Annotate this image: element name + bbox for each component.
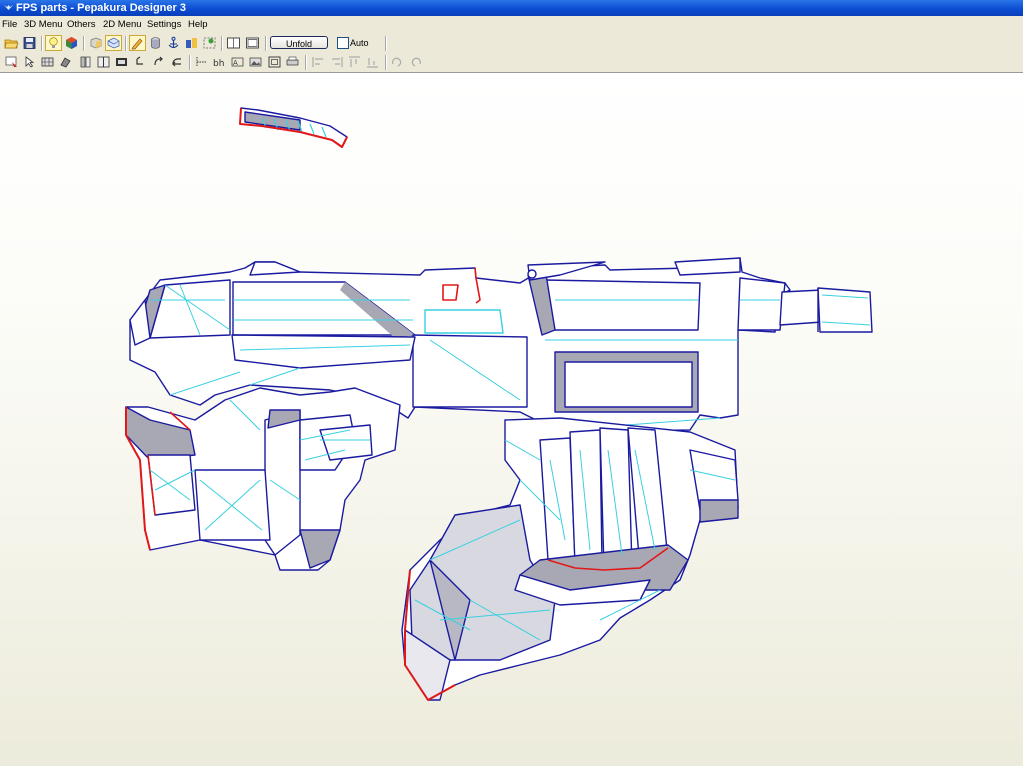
align-top-icon[interactable] [347,55,362,69]
open-folder-icon[interactable] [4,36,19,50]
left-hand-part [125,387,401,571]
anchor-icon[interactable] [166,36,181,50]
menu-3d[interactable]: 3D Menu [24,16,63,34]
menu-2d[interactable]: 2D Menu [103,16,142,34]
save-disk-icon[interactable] [22,36,37,50]
title-bar[interactable]: FPS parts - Pepakura Designer 3 [0,0,1023,16]
texture-cube-icon[interactable] [64,36,79,50]
unfold-button[interactable]: Unfold [270,36,328,49]
rotate-right-icon[interactable] [408,55,423,69]
light-bulb-icon[interactable] [45,35,62,51]
split-pane-icon[interactable] [245,36,260,50]
svg-text:bh: bh [213,59,224,69]
scale-parts-icon[interactable] [184,36,199,50]
rotate-left-icon[interactable] [390,55,405,69]
magazine-clip-part [239,107,348,148]
flap-edit-icon[interactable] [40,55,55,69]
menu-settings[interactable]: Settings [147,16,181,34]
rotate-part-icon[interactable] [58,55,73,69]
main-toolbar [0,34,1023,52]
window-title: FPS parts - Pepakura Designer 3 [16,2,186,14]
pepakura-app-icon [3,2,14,13]
fold-face-icon[interactable] [114,55,129,69]
right-hand-part [401,417,739,701]
3d-view-canvas[interactable] [0,73,1023,766]
align-right-icon[interactable] [329,55,344,69]
shade-box-icon[interactable] [88,36,103,50]
frame-icon[interactable] [267,55,282,69]
back-arrow-icon[interactable] [169,55,184,69]
edit-toolbar: bh A [0,53,1023,73]
auto-checkbox[interactable] [337,37,349,49]
face-shade-icon[interactable] [105,35,122,51]
image-edit-icon[interactable] [248,55,263,69]
text-edit-icon[interactable]: A [230,55,245,69]
split-edge-icon[interactable] [96,55,111,69]
join-edge-icon[interactable] [78,55,93,69]
redo-arrow-icon[interactable] [151,55,166,69]
undo-arrow-icon[interactable] [133,55,148,69]
pencil-edge-icon[interactable] [129,35,146,51]
select-vertex-icon[interactable] [202,36,217,50]
model-wireframe [125,107,873,701]
svg-text:A: A [233,59,238,67]
single-pane-icon[interactable] [226,36,241,50]
menu-file[interactable]: File [2,16,17,34]
move-tab-icon[interactable] [194,55,209,69]
tab-size-icon[interactable]: bh [212,55,227,69]
menu-others[interactable]: Others [67,16,96,34]
barrel-part [779,287,873,333]
cylinder-icon[interactable] [148,36,163,50]
auto-checkbox-label: Auto [350,38,369,48]
pointer-icon[interactable] [22,55,37,69]
align-left-icon[interactable] [311,55,326,69]
menu-bar: File 3D Menu Others 2D Menu Settings Hel… [0,16,1023,34]
align-bottom-icon[interactable] [365,55,380,69]
select-part-icon[interactable] [4,55,19,69]
menu-help[interactable]: Help [188,16,208,34]
print-icon[interactable] [285,55,300,69]
